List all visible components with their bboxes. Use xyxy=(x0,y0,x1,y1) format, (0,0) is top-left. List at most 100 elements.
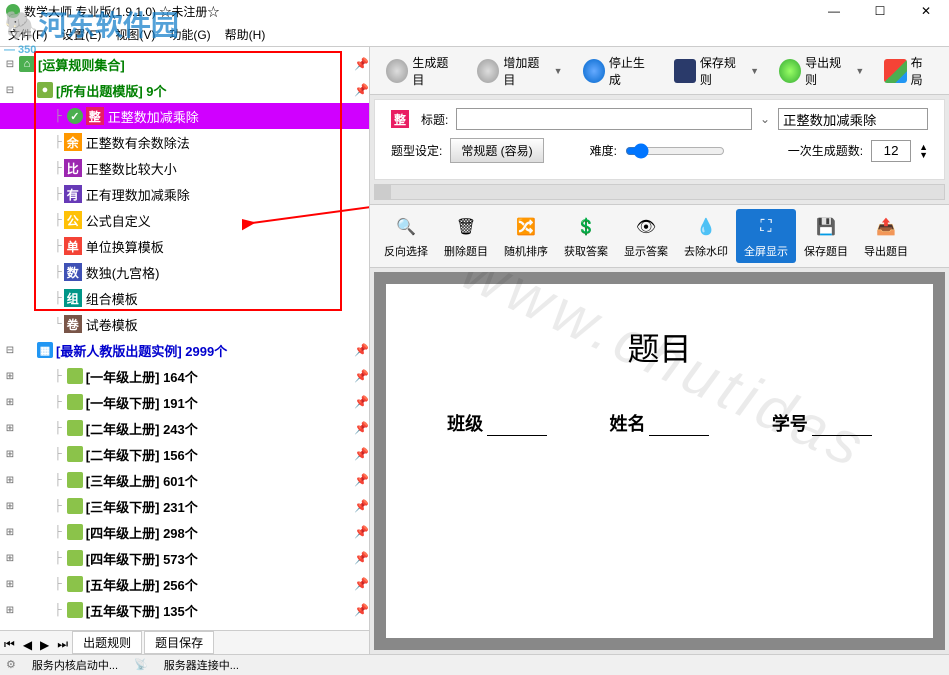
statusbar: ⚙ 服务内核启动中... 📡 服务器连接中... xyxy=(0,654,949,674)
preview-toolbar-button[interactable]: 📤导出题目 xyxy=(856,209,916,263)
tree-row[interactable]: ⊞├[一年级上册] 164个📌 xyxy=(0,363,369,389)
field-class-blank xyxy=(487,414,547,436)
toolbar2-icon: 💲 xyxy=(572,213,600,241)
toolbar-button[interactable]: 保存规则▼ xyxy=(666,50,767,92)
tree-row[interactable]: ⊞├[二年级下册] 156个📌 xyxy=(0,441,369,467)
toolbar-icon xyxy=(386,59,408,83)
tree-row[interactable]: ⊟●[所有出题模版] 9个📌 xyxy=(0,77,369,103)
tree-row[interactable]: ├✓整正整数加减乘除 xyxy=(0,103,369,129)
tree-row[interactable]: ⊟⌂[运算规则集合]📌 xyxy=(0,51,369,77)
preview-area: www.chutidas 题目 班级 姓名 学号 xyxy=(374,272,945,650)
preview-toolbar-button[interactable]: ⛶全屏显示 xyxy=(736,209,796,263)
tree-row[interactable]: ⊞├[四年级上册] 298个📌 xyxy=(0,519,369,545)
badge-icon: 数 xyxy=(64,263,82,281)
preview-toolbar: 🔍反向选择🗑删除题目🔀随机排序💲获取答案👁显示答案💧去除水印⛶全屏显示💾保存题目… xyxy=(370,204,949,268)
count-label: 一次生成题数: xyxy=(788,142,863,159)
title-input[interactable] xyxy=(456,108,752,130)
pin-icon: 📌 xyxy=(354,343,369,357)
toolbar2-icon: 🗑 xyxy=(452,213,480,241)
toolbar-button[interactable]: 增加题目▼ xyxy=(469,50,570,92)
book-icon xyxy=(67,394,83,410)
preview-toolbar-button[interactable]: 🔀随机排序 xyxy=(496,209,556,263)
home-icon: ⌂ xyxy=(19,56,35,72)
toolbar-icon xyxy=(477,59,499,83)
book-icon xyxy=(67,576,83,592)
count-input[interactable] xyxy=(871,140,911,162)
menu-item[interactable]: 设置(E) xyxy=(61,26,101,43)
book-icon xyxy=(67,550,83,566)
question-settings: 整 标题: ⌄ 题型设定: 常规题 (容易) 难度: 一次生成题数: ▲▼ xyxy=(374,99,945,180)
title-dropdown-icon[interactable]: ⌄ xyxy=(760,112,770,126)
preview-toolbar-button[interactable]: 💾保存题目 xyxy=(796,209,856,263)
book-icon xyxy=(67,472,83,488)
menu-item[interactable]: 功能(G) xyxy=(169,26,210,43)
tab-saved[interactable]: 题目保存 xyxy=(144,631,214,654)
book-icon xyxy=(67,524,83,540)
type-button[interactable]: 常规题 (容易) xyxy=(450,138,543,163)
type-label: 题型设定: xyxy=(391,142,442,159)
title-name-input[interactable] xyxy=(778,108,928,130)
preview-toolbar-button[interactable]: 🗑删除题目 xyxy=(436,209,496,263)
folder-icon: ● xyxy=(37,82,53,98)
tree-row[interactable]: ⊞├[三年级上册] 601个📌 xyxy=(0,467,369,493)
tab-nav-prev[interactable]: ◀ xyxy=(19,636,36,654)
preview-toolbar-button[interactable]: 💧去除水印 xyxy=(676,209,736,263)
book-icon xyxy=(67,602,83,618)
badge-icon: 组 xyxy=(64,289,82,307)
toolbar-button[interactable]: 生成题目 xyxy=(378,50,465,92)
tree-row[interactable]: ⊞├[二年级上册] 243个📌 xyxy=(0,415,369,441)
status-kernel: 服务内核启动中... xyxy=(32,657,118,673)
window-close-button[interactable]: ✕ xyxy=(903,0,949,22)
status-icon-2: 📡 xyxy=(134,658,148,671)
rule-tree[interactable]: ⊟⌂[运算规则集合]📌⊟●[所有出题模版] 9个📌├✓整正整数加减乘除├余正整数… xyxy=(0,47,369,630)
preview-toolbar-button[interactable]: 🔍反向选择 xyxy=(376,209,436,263)
toolbar-button[interactable]: 布局 xyxy=(876,50,941,92)
tree-row[interactable]: ⊞├[五年级上册] 256个📌 xyxy=(0,571,369,597)
tree-row[interactable]: ⊞├[四年级下册] 573个📌 xyxy=(0,545,369,571)
toolbar-button[interactable]: 停止生成 xyxy=(575,50,662,92)
tree-row[interactable]: ⊞├[五年级下册] 135个📌 xyxy=(0,597,369,623)
window-maximize-button[interactable]: ☐ xyxy=(857,0,903,22)
badge-icon: 比 xyxy=(64,159,82,177)
toolbar-icon xyxy=(583,59,605,83)
count-spinner[interactable]: ▲▼ xyxy=(919,143,928,159)
tab-rules[interactable]: 出题规则 xyxy=(72,631,142,654)
menu-item[interactable]: 文件(F) xyxy=(8,26,47,43)
toolbar2-icon: 🔀 xyxy=(512,213,540,241)
tree-row[interactable]: ├数数独(九宫格) xyxy=(0,259,369,285)
window-title: 数学大师 专业版(1.9.1.0) ☆未注册☆ xyxy=(24,3,219,20)
tree-row[interactable]: ├公公式自定义 xyxy=(0,207,369,233)
tree-icon: ✓ xyxy=(67,108,83,124)
menu-item[interactable]: 帮助(H) xyxy=(225,26,266,43)
status-icon-1: ⚙ xyxy=(6,658,16,671)
title-label: 标题: xyxy=(421,111,448,128)
tree-row[interactable]: ⊟▦[最新人教版出题实例] 2999个📌 xyxy=(0,337,369,363)
pin-icon: 📌 xyxy=(354,499,369,513)
tab-nav-next[interactable]: ▶ xyxy=(36,636,53,654)
badge-icon: 公 xyxy=(64,211,82,229)
difficulty-label: 难度: xyxy=(590,142,617,159)
badge-icon: 有 xyxy=(64,185,82,203)
settings-hscroll[interactable] xyxy=(374,184,945,200)
tree-row[interactable]: ├有正有理数加减乘除 xyxy=(0,181,369,207)
field-name-blank xyxy=(649,414,709,436)
chevron-down-icon: ▼ xyxy=(855,66,864,76)
tree-row[interactable]: └卷试卷模板 xyxy=(0,311,369,337)
preview-toolbar-button[interactable]: 👁显示答案 xyxy=(616,209,676,263)
difficulty-slider[interactable] xyxy=(625,143,725,159)
tree-row[interactable]: ├组组合模板 xyxy=(0,285,369,311)
tree-row[interactable]: ⊞├[三年级下册] 231个📌 xyxy=(0,493,369,519)
preview-toolbar-button[interactable]: 💲获取答案 xyxy=(556,209,616,263)
toolbar-button[interactable]: 导出规则▼ xyxy=(771,50,872,92)
tree-row[interactable]: ├单单位换算模板 xyxy=(0,233,369,259)
tree-row[interactable]: ├余正整数有余数除法 xyxy=(0,129,369,155)
tab-nav-last[interactable]: ⏭ xyxy=(53,635,72,654)
toolbar-icon xyxy=(884,59,906,83)
tab-nav-first[interactable]: ⏮ xyxy=(0,635,19,654)
tree-row[interactable]: ├比正整数比较大小 xyxy=(0,155,369,181)
examples-icon: ▦ xyxy=(37,342,53,358)
badge-icon: 余 xyxy=(64,133,82,151)
tree-row[interactable]: ⊞├[一年级下册] 191个📌 xyxy=(0,389,369,415)
menu-item[interactable]: 视图(V) xyxy=(115,26,155,43)
window-minimize-button[interactable]: — xyxy=(811,0,857,22)
